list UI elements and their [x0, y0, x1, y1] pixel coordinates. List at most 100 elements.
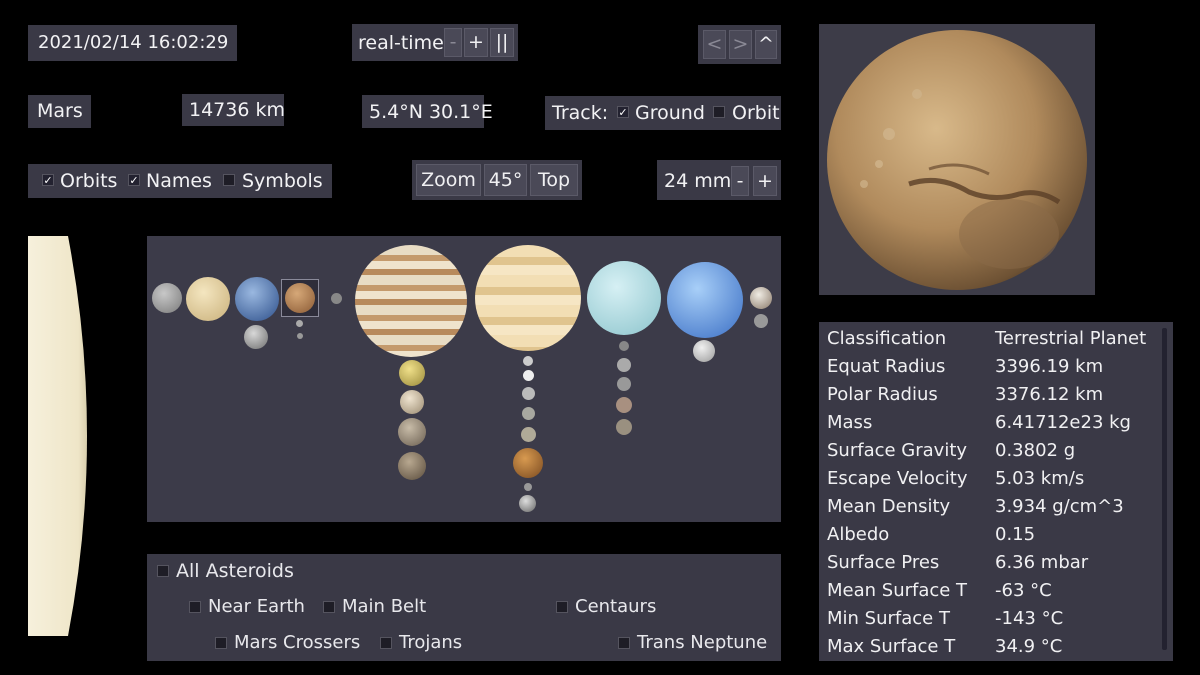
earth-icon[interactable]	[235, 277, 279, 321]
info-key: Mean Surface T	[827, 580, 968, 601]
main-belt-checkbox[interactable]	[323, 601, 335, 613]
ganymede-icon[interactable]	[398, 418, 426, 446]
lens-minus-button[interactable]: -	[731, 166, 749, 196]
info-value: -63 °C	[995, 580, 1052, 601]
time-faster-button[interactable]: +	[464, 28, 488, 57]
venus-icon[interactable]	[186, 277, 230, 321]
io-icon[interactable]	[399, 360, 425, 386]
check-icon: ✓	[129, 173, 139, 187]
main-belt-label: Main Belt	[342, 596, 427, 617]
neptune-icon[interactable]	[667, 262, 743, 338]
trojans-checkbox[interactable]	[380, 637, 392, 649]
lens-plus-button[interactable]: +	[753, 166, 777, 196]
enceladus-icon[interactable]	[523, 370, 534, 381]
ceres-icon[interactable]	[331, 293, 342, 304]
saturn-icon[interactable]	[475, 245, 581, 351]
tethys-icon[interactable]	[522, 387, 535, 400]
track-orbit-label: Orbit	[732, 102, 780, 124]
trojans-label: Trojans	[399, 632, 463, 653]
info-value: 3.934 g/cm^3	[995, 496, 1124, 517]
info-row: Escape Velocity 5.03 km/s	[819, 468, 1173, 496]
track-ground-label: Ground	[635, 102, 705, 124]
info-value: 6.41712e23 kg	[995, 412, 1131, 433]
info-value: 3396.19 km	[995, 356, 1104, 377]
symbols-label: Symbols	[242, 170, 323, 192]
info-key: Polar Radius	[827, 384, 938, 405]
info-key: Surface Pres	[827, 552, 940, 573]
jupiter-icon[interactable]	[355, 245, 467, 357]
ariel-icon[interactable]	[617, 358, 631, 372]
nav-up-button[interactable]: ^	[755, 30, 777, 59]
info-key: Albedo	[827, 524, 890, 545]
track-orbit-checkbox[interactable]	[713, 106, 725, 118]
europa-icon[interactable]	[400, 390, 424, 414]
orbits-checkbox[interactable]: ✓	[42, 174, 54, 186]
info-row: Mean Surface T -63 °C	[819, 580, 1173, 608]
info-row: Mass 6.41712e23 kg	[819, 412, 1173, 440]
centaurs-label: Centaurs	[575, 596, 657, 617]
titania-icon[interactable]	[616, 397, 632, 413]
track-ground-checkbox[interactable]: ✓	[617, 106, 629, 118]
time-pause-button[interactable]: ||	[490, 28, 514, 57]
hyperion-icon[interactable]	[524, 483, 532, 491]
near-earth-checkbox[interactable]	[189, 601, 201, 613]
trans-neptune-checkbox[interactable]	[618, 637, 630, 649]
time-slower-button[interactable]: -	[444, 28, 462, 57]
all-asteroids-checkbox[interactable]	[157, 565, 169, 577]
names-checkbox[interactable]: ✓	[128, 174, 140, 186]
info-key: Max Surface T	[827, 636, 956, 657]
track-label: Track:	[552, 102, 609, 124]
mars-crossers-checkbox[interactable]	[215, 637, 227, 649]
oberon-icon[interactable]	[616, 419, 632, 435]
info-value: -143 °C	[995, 608, 1064, 629]
miranda-icon[interactable]	[619, 341, 629, 351]
iapetus-icon[interactable]	[519, 495, 536, 512]
time-rate-label: real-time	[358, 32, 444, 54]
trans-neptune-label: Trans Neptune	[637, 632, 768, 653]
nav-next-button[interactable]: >	[729, 30, 752, 59]
planet-info-panel[interactable]: Classification Terrestrial Planet Equat R…	[819, 322, 1173, 661]
info-key: Escape Velocity	[827, 468, 968, 489]
info-row: Min Surface T -143 °C	[819, 608, 1173, 636]
check-icon: ✓	[43, 173, 53, 187]
top-view-button[interactable]: Top	[530, 164, 578, 196]
info-row: Surface Pres 6.36 mbar	[819, 552, 1173, 580]
rhea-icon[interactable]	[521, 427, 536, 442]
zoom-button[interactable]: Zoom	[416, 164, 481, 196]
mars-crossers-label: Mars Crossers	[234, 632, 361, 653]
mercury-icon[interactable]	[152, 283, 182, 313]
deimos-icon[interactable]	[297, 333, 303, 339]
moon-icon[interactable]	[244, 325, 268, 349]
charon-icon[interactable]	[754, 314, 768, 328]
planet-lineup-panel[interactable]	[147, 236, 781, 522]
all-asteroids-label: All Asteroids	[176, 560, 294, 582]
info-key: Equat Radius	[827, 356, 946, 377]
symbols-checkbox[interactable]	[223, 174, 235, 186]
distance-value: 14736 km	[189, 99, 285, 121]
callisto-icon[interactable]	[398, 452, 426, 480]
target-name: Mars	[37, 100, 83, 122]
info-row: Equat Radius 3396.19 km	[819, 356, 1173, 384]
phobos-icon[interactable]	[296, 320, 303, 327]
mars-globe-image	[827, 30, 1087, 290]
info-row: Surface Gravity 0.3802 g	[819, 440, 1173, 468]
info-value: 5.03 km/s	[995, 468, 1085, 489]
info-row: Albedo 0.15	[819, 524, 1173, 552]
lens-value: 24 mm	[664, 170, 732, 192]
umbriel-icon[interactable]	[617, 377, 631, 391]
mimas-icon[interactable]	[523, 356, 533, 366]
info-value: 0.3802 g	[995, 440, 1076, 461]
pluto-icon[interactable]	[750, 287, 772, 309]
dione-icon[interactable]	[522, 407, 535, 420]
info-key: Mass	[827, 412, 873, 433]
mars-icon[interactable]	[285, 283, 315, 313]
uranus-icon[interactable]	[587, 261, 661, 335]
planet-preview	[819, 24, 1095, 295]
info-value: 34.9 °C	[995, 636, 1063, 657]
triton-icon[interactable]	[693, 340, 715, 362]
titan-icon[interactable]	[513, 448, 543, 478]
angle-45-button[interactable]: 45°	[484, 164, 527, 196]
info-value: Terrestrial Planet	[995, 328, 1147, 349]
centaurs-checkbox[interactable]	[556, 601, 568, 613]
nav-prev-button[interactable]: <	[703, 30, 726, 59]
